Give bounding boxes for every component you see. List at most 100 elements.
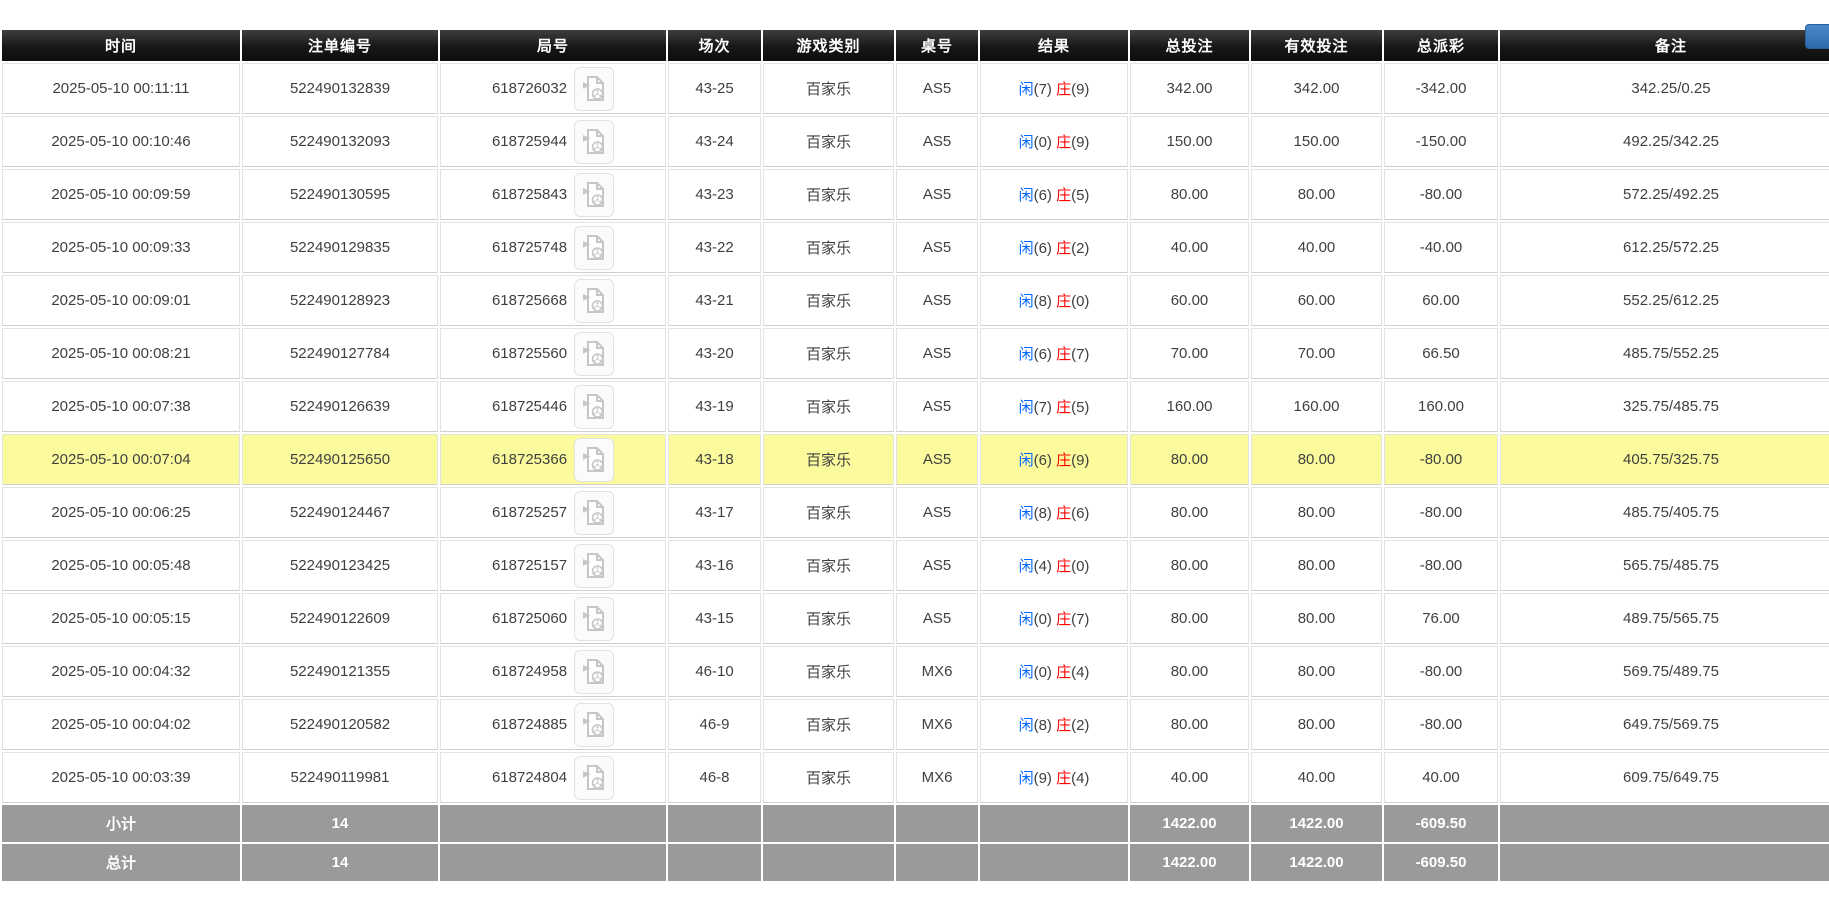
- result-player-label: 闲: [1018, 134, 1034, 151]
- result-player-label: 闲: [1018, 505, 1034, 522]
- video-replay-icon: [582, 447, 604, 472]
- cell-total-bet: 160.00: [1130, 381, 1249, 432]
- cell-total-bet: 80.00: [1130, 699, 1249, 750]
- cell-total-payout: -80.00: [1384, 646, 1498, 697]
- round-no-wrap: 618725446: [443, 384, 663, 429]
- round-no-wrap: 618725668: [443, 278, 663, 323]
- result-player-label: 闲: [1018, 346, 1034, 363]
- video-replay-button[interactable]: [574, 331, 615, 376]
- result-player-score: (6): [1033, 240, 1057, 257]
- video-replay-icon: [582, 606, 604, 631]
- table-row: 2025-05-10 00:09:33 522490129835 618725748…: [2, 222, 1829, 273]
- cell-remark: 649.75/569.75: [1500, 699, 1829, 750]
- video-replay-button[interactable]: [574, 702, 615, 747]
- round-no-wrap: 618724885: [443, 702, 663, 747]
- cell-valid-bet: 60.00: [1251, 275, 1382, 326]
- summary-empty-game-type: [763, 844, 894, 881]
- cell-valid-bet: 80.00: [1251, 593, 1382, 644]
- summary-valid-bet: 1422.00: [1251, 844, 1382, 881]
- round-no-value: 618725843: [491, 186, 568, 203]
- cell-total-bet: 40.00: [1130, 752, 1249, 803]
- table-header-row: 时间 注单编号 局号 场次 游戏类别 桌号 结果 总投注 有效投注 总派彩 备注: [2, 30, 1829, 61]
- video-replay-button[interactable]: [574, 543, 615, 588]
- cell-table-no: MX6: [896, 752, 978, 803]
- video-replay-button[interactable]: [574, 384, 615, 429]
- result-player-label: 闲: [1018, 770, 1034, 787]
- cell-bet-id: 522490121355: [242, 646, 438, 697]
- video-replay-button[interactable]: [574, 119, 615, 164]
- cell-valid-bet: 150.00: [1251, 116, 1382, 167]
- cell-valid-bet: 70.00: [1251, 328, 1382, 379]
- cell-remark: 612.25/572.25: [1500, 222, 1829, 273]
- cell-table-no: AS5: [896, 540, 978, 591]
- cell-round-no: 618724885: [440, 699, 666, 750]
- video-replay-button[interactable]: [574, 437, 615, 482]
- result-banker-label: 庄: [1056, 187, 1072, 204]
- video-replay-button[interactable]: [574, 278, 615, 323]
- result-banker-label: 庄: [1056, 452, 1072, 469]
- video-replay-icon: [582, 341, 604, 366]
- result-banker-score: (5): [1071, 399, 1090, 416]
- cell-result: 闲(4) 庄(0): [980, 540, 1128, 591]
- result-banker-score: (4): [1071, 770, 1090, 787]
- cell-time: 2025-05-10 00:04:02: [2, 699, 240, 750]
- cell-valid-bet: 40.00: [1251, 222, 1382, 273]
- cell-bet-id: 522490119981: [242, 752, 438, 803]
- summary-total-bet: 1422.00: [1130, 805, 1249, 842]
- video-replay-button[interactable]: [574, 596, 615, 641]
- cell-session: 43-18: [668, 434, 761, 485]
- table-row: 2025-05-10 00:09:01 522490128923 618725668…: [2, 275, 1829, 326]
- cell-result: 闲(7) 庄(5): [980, 381, 1128, 432]
- cell-table-no: MX6: [896, 646, 978, 697]
- result-player-score: (0): [1033, 611, 1057, 628]
- result-banker-score: (7): [1071, 611, 1090, 628]
- video-replay-button[interactable]: [574, 225, 615, 270]
- cell-remark: 565.75/485.75: [1500, 540, 1829, 591]
- cell-table-no: AS5: [896, 328, 978, 379]
- cell-bet-id: 522490124467: [242, 487, 438, 538]
- column-header-session: 场次: [668, 30, 761, 61]
- top-right-corner-button[interactable]: [1805, 24, 1829, 49]
- result-banker-score: (5): [1071, 187, 1090, 204]
- column-header-game-type: 游戏类别: [763, 30, 894, 61]
- cell-table-no: AS5: [896, 222, 978, 273]
- column-header-total-payout: 总派彩: [1384, 30, 1498, 61]
- cell-time: 2025-05-10 00:09:33: [2, 222, 240, 273]
- summary-empty-round: [440, 844, 666, 881]
- subtotal-row: 小计 14 1422.00 1422.00 -609.50: [2, 805, 1829, 842]
- video-replay-button[interactable]: [574, 755, 615, 800]
- cell-session: 43-24: [668, 116, 761, 167]
- cell-total-payout: -80.00: [1384, 540, 1498, 591]
- cell-round-no: 618725944: [440, 116, 666, 167]
- result-player-score: (0): [1033, 664, 1057, 681]
- video-replay-button[interactable]: [574, 490, 615, 535]
- result-banker-score: (9): [1071, 452, 1090, 469]
- cell-total-bet: 70.00: [1130, 328, 1249, 379]
- cell-session: 46-9: [668, 699, 761, 750]
- cell-valid-bet: 80.00: [1251, 434, 1382, 485]
- result-player-label: 闲: [1018, 187, 1034, 204]
- column-header-time: 时间: [2, 30, 240, 61]
- cell-remark: 572.25/492.25: [1500, 169, 1829, 220]
- cell-result: 闲(0) 庄(4): [980, 646, 1128, 697]
- bet-records-table: 时间 注单编号 局号 场次 游戏类别 桌号 结果 总投注 有效投注 总派彩 备注 2025-05-1…: [0, 28, 1829, 883]
- video-replay-button[interactable]: [574, 66, 615, 111]
- result-banker-score: (2): [1071, 240, 1090, 257]
- cell-time: 2025-05-10 00:07:04: [2, 434, 240, 485]
- round-no-wrap: 618725560: [443, 331, 663, 376]
- cell-round-no: 618725668: [440, 275, 666, 326]
- cell-valid-bet: 80.00: [1251, 646, 1382, 697]
- round-no-value: 618725257: [491, 504, 568, 521]
- round-no-value: 618725560: [491, 345, 568, 362]
- summary-empty-remark: [1500, 844, 1829, 881]
- video-replay-icon: [582, 182, 604, 207]
- cell-game-type: 百家乐: [763, 434, 894, 485]
- table-row: 2025-05-10 00:06:25 522490124467 618725257…: [2, 487, 1829, 538]
- result-player-score: (6): [1033, 187, 1057, 204]
- video-replay-icon: [582, 129, 604, 154]
- video-replay-button[interactable]: [574, 172, 615, 217]
- video-replay-button[interactable]: [574, 649, 615, 694]
- cell-total-bet: 60.00: [1130, 275, 1249, 326]
- cell-bet-id: 522490120582: [242, 699, 438, 750]
- cell-total-payout: -342.00: [1384, 63, 1498, 114]
